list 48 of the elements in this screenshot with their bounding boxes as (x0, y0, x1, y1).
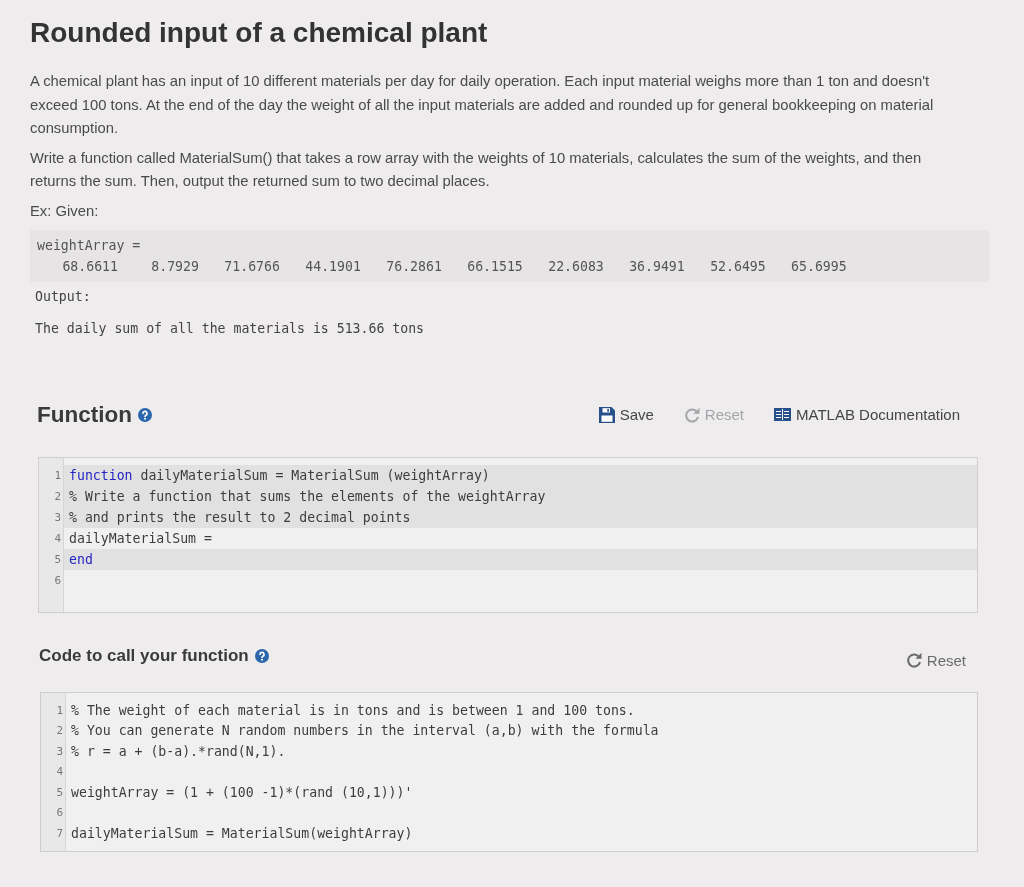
help-icon[interactable] (138, 407, 152, 422)
save-button[interactable]: Save (598, 406, 654, 423)
line-number: 2 (55, 723, 63, 740)
circular-arrow-icon (683, 406, 700, 423)
section-heading: Function (37, 401, 132, 428)
line-number: 6 (55, 805, 63, 822)
array-value: 36.9491 (628, 257, 685, 276)
line-number: 4 (55, 764, 63, 781)
line-number: 3 (53, 509, 61, 526)
code-line: dailyMaterialSum = MaterialSum(weightArray) (70, 825, 413, 844)
code-line: % You can generate N random numbers in the interval (a,b) with the formula (70, 722, 659, 741)
code-line: % r = a + (b-a).*rand(N,1). (70, 742, 286, 761)
line-number: 6 (53, 572, 61, 589)
code-line: dailyMaterialSum = (68, 529, 212, 548)
code-line: % The weight of each material is in tons and is between 1 and 100 tons. (70, 701, 635, 720)
code-editor[interactable]: 1 2 3 4 5 6 function dailyMaterialSum = MaterialSum (weightArray) % Write a function that sums the elements of the weightArray % and prints the result to 2 decimal points dailyMaterialSum = end (38, 456, 978, 613)
array-value: 68.6611 (61, 257, 118, 276)
line-number: 2 (53, 488, 61, 505)
circular-arrow-icon (905, 652, 922, 668)
help-icon[interactable] (254, 648, 269, 663)
line-number: 1 (53, 467, 61, 484)
section-heading: Code to call your function (39, 645, 249, 666)
output-text: The daily sum of all the materials is 513.66 tons (35, 319, 425, 338)
example-label: Ex: Given: (30, 201, 99, 221)
page-title: Rounded input of a chemical plant (30, 16, 489, 50)
description-paragraph: Write a function called MaterialSum() that takes a row array with the weights of 10 materials, calculates the sum of the weights, and then returns the sum. Then, output the returned sum to two decimal places. (30, 148, 923, 191)
output-label: Output: (35, 287, 91, 306)
array-value: 71.6766 (223, 257, 280, 276)
line-number: 5 (53, 551, 61, 568)
line-number: 3 (55, 743, 63, 760)
book-icon (774, 408, 792, 421)
line-number: 5 (55, 784, 63, 801)
variable-label: weightArray = (37, 236, 141, 255)
line-number: 1 (55, 702, 63, 719)
documentation-link[interactable]: MATLAB Documentation (774, 406, 960, 423)
array-value: 66.1515 (466, 257, 523, 276)
line-number: 7 (55, 826, 63, 843)
code-editor[interactable] (40, 691, 978, 852)
reset-button[interactable]: Reset (905, 651, 966, 669)
array-value: 8.7929 (150, 257, 199, 276)
line-number: 4 (53, 530, 61, 547)
array-value: 52.6495 (709, 257, 766, 276)
code-line: weightArray = (1 + (100 -1)*(rand (10,1)))' (70, 783, 413, 802)
array-value: 76.2861 (385, 257, 442, 276)
array-value: 22.6083 (547, 257, 604, 276)
description-paragraph: A chemical plant has an input of 10 different materials per day for daily operation. Each input material weighs more than 1 ton and doesn't exceed 100 tons. At the end of the day the weight of all the input materials are added and rounded up for general bookkeeping on material consumption. (30, 72, 935, 138)
array-value: 44.1901 (304, 257, 361, 276)
array-value: 65.6995 (790, 257, 847, 276)
